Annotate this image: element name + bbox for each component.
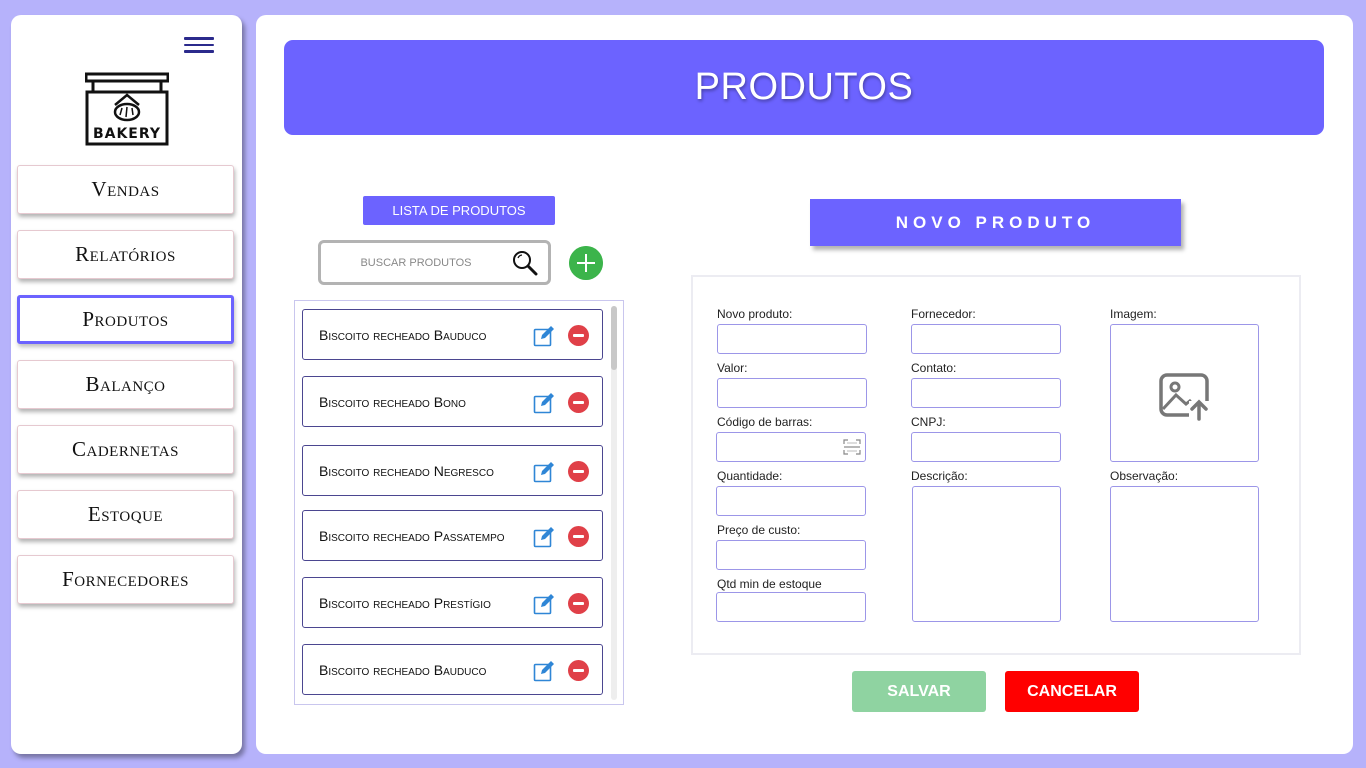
descricao-textarea[interactable]	[912, 486, 1061, 622]
novo-produto-label: Novo produto:	[717, 307, 793, 321]
edit-icon[interactable]	[533, 392, 555, 414]
list-item-label: Biscoito recheado Passatempo	[319, 527, 505, 544]
delete-icon[interactable]	[568, 461, 589, 482]
list-item[interactable]: Biscoito recheado Bono	[302, 376, 603, 427]
list-item-label: Biscoito recheado Bauduco	[319, 326, 487, 343]
delete-icon[interactable]	[568, 526, 589, 547]
delete-icon[interactable]	[568, 392, 589, 413]
save-button[interactable]: SALVAR	[852, 671, 986, 712]
sidebar: BAKERY Vendas Relatórios Produtos Balanç…	[11, 15, 242, 754]
contato-input[interactable]	[911, 378, 1061, 408]
cnpj-label: CNPJ:	[911, 415, 946, 429]
search-box	[318, 240, 551, 285]
list-item-label: Biscoito recheado Negresco	[319, 462, 494, 479]
nav-fornecedores[interactable]: Fornecedores	[17, 555, 234, 604]
delete-icon[interactable]	[568, 660, 589, 681]
edit-icon[interactable]	[533, 325, 555, 347]
observacao-textarea[interactable]	[1110, 486, 1259, 622]
contato-label: Contato:	[911, 361, 957, 375]
cancel-button[interactable]: CANCELAR	[1005, 671, 1139, 712]
scrollbar-thumb[interactable]	[611, 306, 617, 370]
list-item[interactable]: Biscoito recheado Negresco	[302, 445, 603, 496]
nav-cadernetas[interactable]: Cadernetas	[17, 425, 234, 474]
bakery-logo: BAKERY	[85, 72, 169, 146]
search-input[interactable]	[331, 251, 501, 275]
barcode-scan-icon[interactable]	[843, 439, 861, 455]
svg-text:BAKERY: BAKERY	[93, 126, 161, 142]
nav-estoque[interactable]: Estoque	[17, 490, 234, 539]
product-list[interactable]: Biscoito recheado Bauduco Biscoito reche…	[294, 300, 624, 705]
delete-icon[interactable]	[568, 325, 589, 346]
valor-label: Valor:	[717, 361, 748, 375]
list-item[interactable]: Biscoito recheado Bauduco	[302, 644, 603, 695]
qtd-min-label: Qtd min de estoque	[717, 577, 822, 591]
search-icon[interactable]	[512, 250, 538, 276]
edit-icon[interactable]	[533, 526, 555, 548]
main-panel: PRODUTOS LISTA DE PRODUTOS Biscoito rech…	[256, 15, 1353, 754]
page-title: PRODUTOS	[694, 66, 914, 108]
descricao-label: Descrição:	[911, 469, 968, 483]
list-scrollbar[interactable]	[611, 306, 617, 700]
image-upload-area[interactable]	[1110, 324, 1259, 462]
edit-icon[interactable]	[533, 660, 555, 682]
edit-icon[interactable]	[533, 593, 555, 615]
qtd-min-input[interactable]	[716, 592, 866, 622]
hamburger-menu-icon[interactable]	[184, 37, 214, 53]
add-product-icon[interactable]	[569, 246, 603, 280]
preco-custo-label: Preço de custo:	[717, 523, 801, 537]
image-upload-icon	[1159, 373, 1209, 421]
nav-vendas[interactable]: Vendas	[17, 165, 234, 214]
delete-icon[interactable]	[568, 593, 589, 614]
nav-relatorios[interactable]: Relatórios	[17, 230, 234, 279]
cnpj-input[interactable]	[911, 432, 1061, 462]
valor-input[interactable]	[717, 378, 867, 408]
quantidade-input[interactable]	[716, 486, 866, 516]
list-item[interactable]: Biscoito recheado Passatempo	[302, 510, 603, 561]
list-item-label: Biscoito recheado Prestígio	[319, 594, 491, 611]
page-header: PRODUTOS	[284, 40, 1324, 135]
new-product-title: NOVO PRODUTO	[810, 199, 1181, 246]
quantidade-label: Quantidade:	[717, 469, 783, 483]
preco-custo-input[interactable]	[716, 540, 866, 570]
fornecedor-label: Fornecedor:	[911, 307, 976, 321]
nav-balanco[interactable]: Balanço	[17, 360, 234, 409]
fornecedor-input[interactable]	[911, 324, 1061, 354]
list-item-label: Biscoito recheado Bauduco	[319, 661, 487, 678]
edit-icon[interactable]	[533, 461, 555, 483]
new-product-form: Novo produto: Valor: Código de barras: Q…	[691, 275, 1301, 655]
nav-produtos[interactable]: Produtos	[17, 295, 234, 344]
imagem-label: Imagem:	[1110, 307, 1157, 321]
product-list-title: LISTA DE PRODUTOS	[363, 196, 555, 225]
codigo-barras-input[interactable]	[716, 432, 866, 462]
list-item[interactable]: Biscoito recheado Prestígio	[302, 577, 603, 628]
list-item-label: Biscoito recheado Bono	[319, 393, 466, 410]
list-item[interactable]: Biscoito recheado Bauduco	[302, 309, 603, 360]
novo-produto-input[interactable]	[717, 324, 867, 354]
observacao-label: Observação:	[1110, 469, 1179, 483]
codigo-barras-label: Código de barras:	[717, 415, 813, 429]
